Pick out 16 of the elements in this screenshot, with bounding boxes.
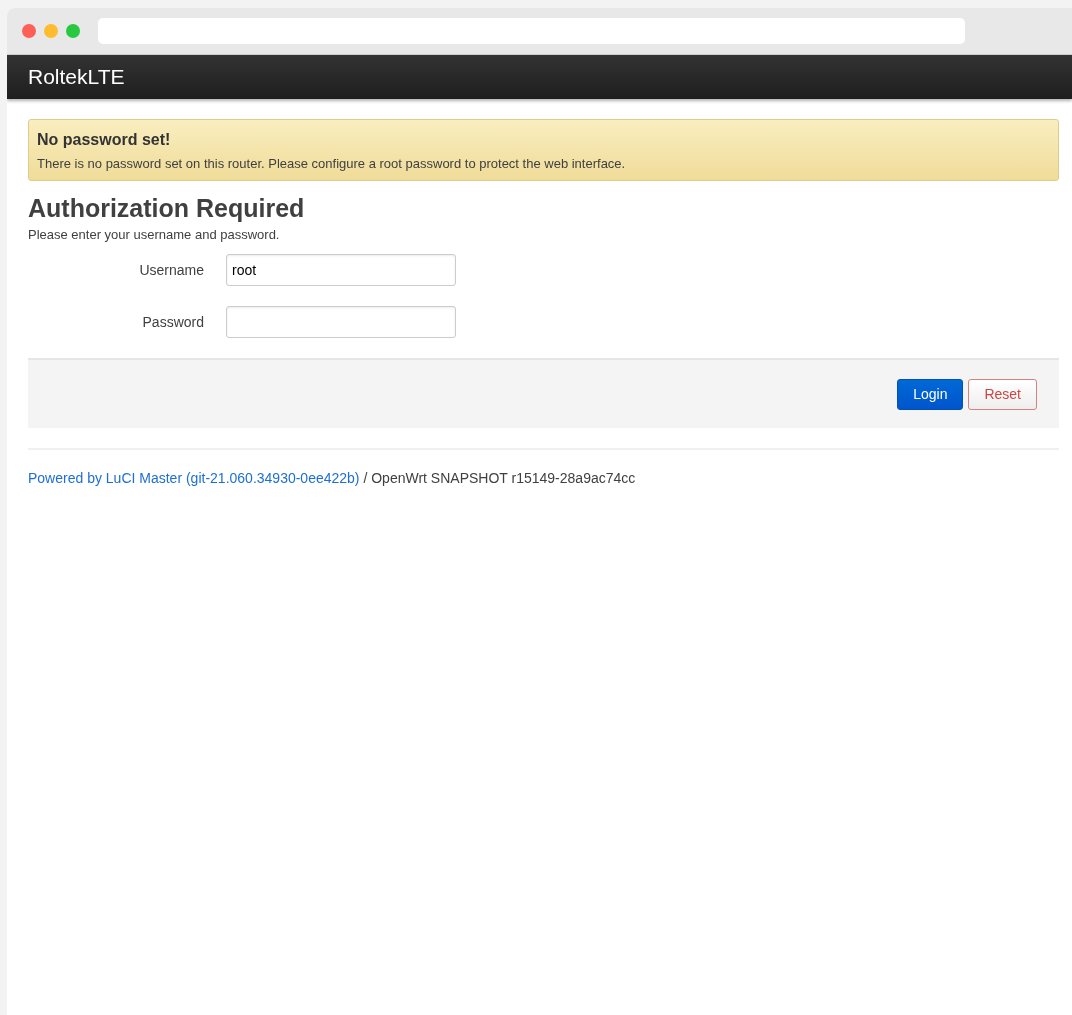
window-control-icon[interactable] <box>66 24 80 38</box>
username-field[interactable]: root <box>226 254 456 286</box>
instructions: Please enter your username and password. <box>28 227 281 242</box>
login-button[interactable]: Login <box>897 378 964 410</box>
reset-button[interactable]: Reset <box>968 378 1037 410</box>
footer-text: Powered by LuCI Master (git-21.060.34930-0ee422b) / OpenWrt SNAPSHOT r15149-28a9ac74cc <box>28 448 1059 486</box>
warning-message: There is no password set on this router. Please configure a root password to protect the web interface. <box>37 156 627 171</box>
warning-title: No password set! <box>37 131 172 149</box>
field-label: Username <box>138 262 205 278</box>
window-control-icon[interactable] <box>22 24 36 38</box>
field-label: Password <box>141 314 205 330</box>
password-field[interactable] <box>226 306 456 338</box>
window-control-icon[interactable] <box>44 24 58 38</box>
luci-link[interactable]: Powered by LuCI Master (git-21.060.34930-0ee422b) <box>28 470 360 486</box>
brand-name[interactable]: RoltekLTE <box>28 65 125 89</box>
page-title: Authorization Required <box>28 194 306 223</box>
